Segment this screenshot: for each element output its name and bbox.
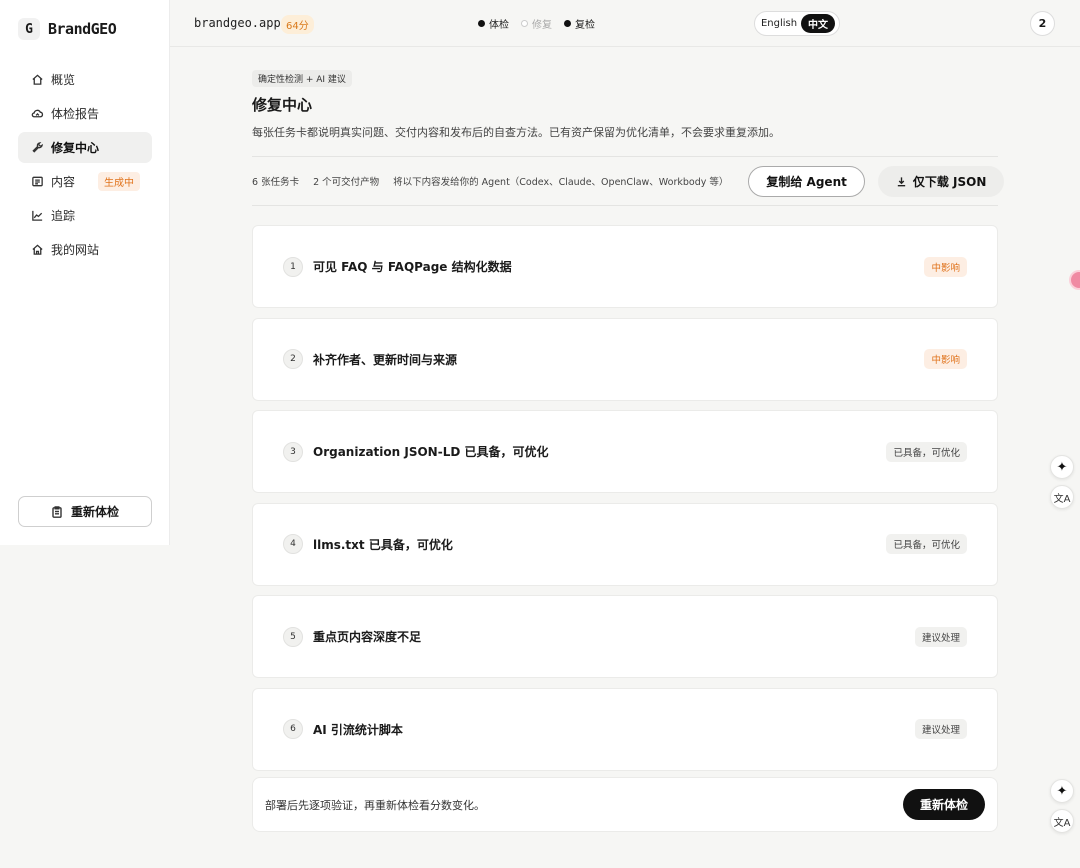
sidebar-item-label: 我的网站 [51,243,100,257]
footer-card: 部署后先逐项验证，再重新体检看分数变化。 重新体检 [252,777,998,832]
sidebar-item-content[interactable]: 内容 生成中 [18,166,152,197]
page-title: 修复中心 [252,96,313,114]
home-icon [30,73,44,87]
language-toggle: English 中文 [754,11,840,36]
status-badge: 生成中 [98,172,140,191]
eyebrow-tag: 确定性检测 + AI 建议 [252,70,352,87]
sidebar-item-tracking[interactable]: 追踪 [18,200,152,231]
top-bar: brandgeo.app 64分 体检 修复 复检 English 中文 2 [170,0,1080,47]
wrench-icon [30,141,44,155]
house-icon [30,243,44,257]
copy-to-agent-button[interactable]: 复制给 Agent [748,165,865,197]
status-tag: 已具备，可优化 [886,534,967,554]
step-dot [478,20,485,27]
task-number: 4 [283,534,303,554]
task-count: 6 张任务卡 [252,177,300,188]
sidebar-item-my-site[interactable]: 我的网站 [18,234,152,265]
translate-icon[interactable]: 文A [1050,809,1074,833]
task-title: 补齐作者、更新时间与来源 [313,352,458,367]
sparkle-icon[interactable]: ✦ [1050,779,1074,803]
step-checkup: 体检 [478,16,509,31]
status-tag: 建议处理 [914,719,967,739]
step-label: 体检 [489,20,509,31]
sidebar-item-report[interactable]: 体检报告 [18,98,152,129]
download-json-label: 仅下载 JSON [912,174,987,189]
status-tag: 建议处理 [914,626,967,647]
avatar[interactable]: 2 [1030,11,1055,36]
task-card[interactable]: 1 可见 FAQ 与 FAQPage 结构化数据 中影响 [252,225,998,308]
step-dot [564,20,571,27]
sidebar-item-label: 概览 [51,73,76,87]
impact-tag: 中影响 [924,349,967,369]
task-card[interactable]: 5 重点页内容深度不足 建议处理 [252,595,998,678]
task-number: 6 [283,719,303,739]
step-label: 修复 [532,20,552,31]
clipboard-icon [52,505,62,518]
task-card-list: 1 可见 FAQ 与 FAQPage 结构化数据 中影响 2 补齐作者、更新时间… [252,225,998,780]
task-card[interactable]: 3 Organization JSON-LD 已具备，可优化 已具备，可优化 [252,410,998,493]
lang-english-option[interactable]: English [757,14,801,33]
chart-line-icon [30,209,44,223]
deliverable-count: 2 个可交付产物 [313,177,380,188]
task-title: 可见 FAQ 与 FAQPage 结构化数据 [313,260,512,274]
download-json-button[interactable]: 仅下载 JSON [877,165,1005,197]
sidebar-nav: 概览 体检报告 修复中心 内容 生成中 追踪 我的网站 [18,64,152,268]
translate-icon[interactable]: 文A [1050,485,1074,509]
task-number: 2 [283,349,303,369]
task-number: 1 [283,256,303,277]
task-card[interactable]: 6 AI 引流统计脚本 建议处理 [252,687,998,771]
main-header: 确定性检测 + AI 建议 修复中心 每张任务卡都说明真实问题、交付内容和发布后… [252,70,1005,206]
action-toolbar: 6 张任务卡 2 个可交付产物 将以下内容发给你的 Agent（Codex、Cl… [252,156,1005,206]
task-title: AI 引流统计脚本 [313,722,403,737]
footer-hint: 部署后先逐项验证，再重新体检看分数变化。 [265,798,485,812]
impact-tag: 中影响 [924,256,967,277]
page-subtitle: 每张任务卡都说明真实问题、交付内容和发布后的自查方法。已有资产保留为优化清单，不… [252,126,780,139]
progress-steps: 体检 修复 复检 [478,16,607,31]
sidebar: G BrandGEO 概览 体检报告 修复中心 内容 生成中 追踪 我的网站 重… [0,0,170,545]
cloud-icon [30,107,44,121]
sidebar-item-label: 追踪 [51,209,76,223]
sidebar-item-overview[interactable]: 概览 [18,64,152,95]
floating-assistant-icon[interactable] [1069,270,1080,290]
step-label: 复检 [575,20,595,31]
step-recheck: 复检 [564,16,595,31]
logo[interactable]: G BrandGEO [18,16,117,42]
site-domain: brandgeo.app [194,16,281,30]
recheck-button[interactable]: 重新体检 [902,789,985,820]
step-fix: 修复 [521,16,552,31]
task-number: 5 [283,626,303,647]
document-icon [30,175,44,189]
task-title: Organization JSON-LD 已具备，可优化 [313,445,549,459]
task-card[interactable]: 2 补齐作者、更新时间与来源 中影响 [252,317,998,401]
sidebar-item-fix-center[interactable]: 修复中心 [18,132,152,163]
task-card[interactable]: 4 llms.txt 已具备，可优化 已具备，可优化 [252,502,998,586]
task-title: llms.txt 已具备，可优化 [313,537,453,552]
task-title: 重点页内容深度不足 [313,630,422,644]
lang-chinese-option[interactable]: 中文 [801,14,835,33]
step-dot [521,20,528,27]
recheck-button-sidebar[interactable]: 重新体检 [18,496,152,527]
recheck-label: 重新体检 [70,505,119,519]
download-icon [897,176,906,186]
logo-mark: G [18,18,40,40]
status-tag: 已具备，可优化 [886,441,967,462]
sidebar-item-label: 内容 [51,175,76,189]
sidebar-item-label: 体检报告 [51,107,100,121]
agent-hint: 将以下内容发给你的 Agent（Codex、Claude、OpenClaw、Wo… [393,177,729,188]
sidebar-item-label: 修复中心 [51,141,100,155]
score-badge: 64分 [281,15,314,34]
sparkle-icon[interactable]: ✦ [1050,455,1074,479]
brand-name: BrandGEO [48,20,117,38]
task-number: 3 [283,441,303,462]
